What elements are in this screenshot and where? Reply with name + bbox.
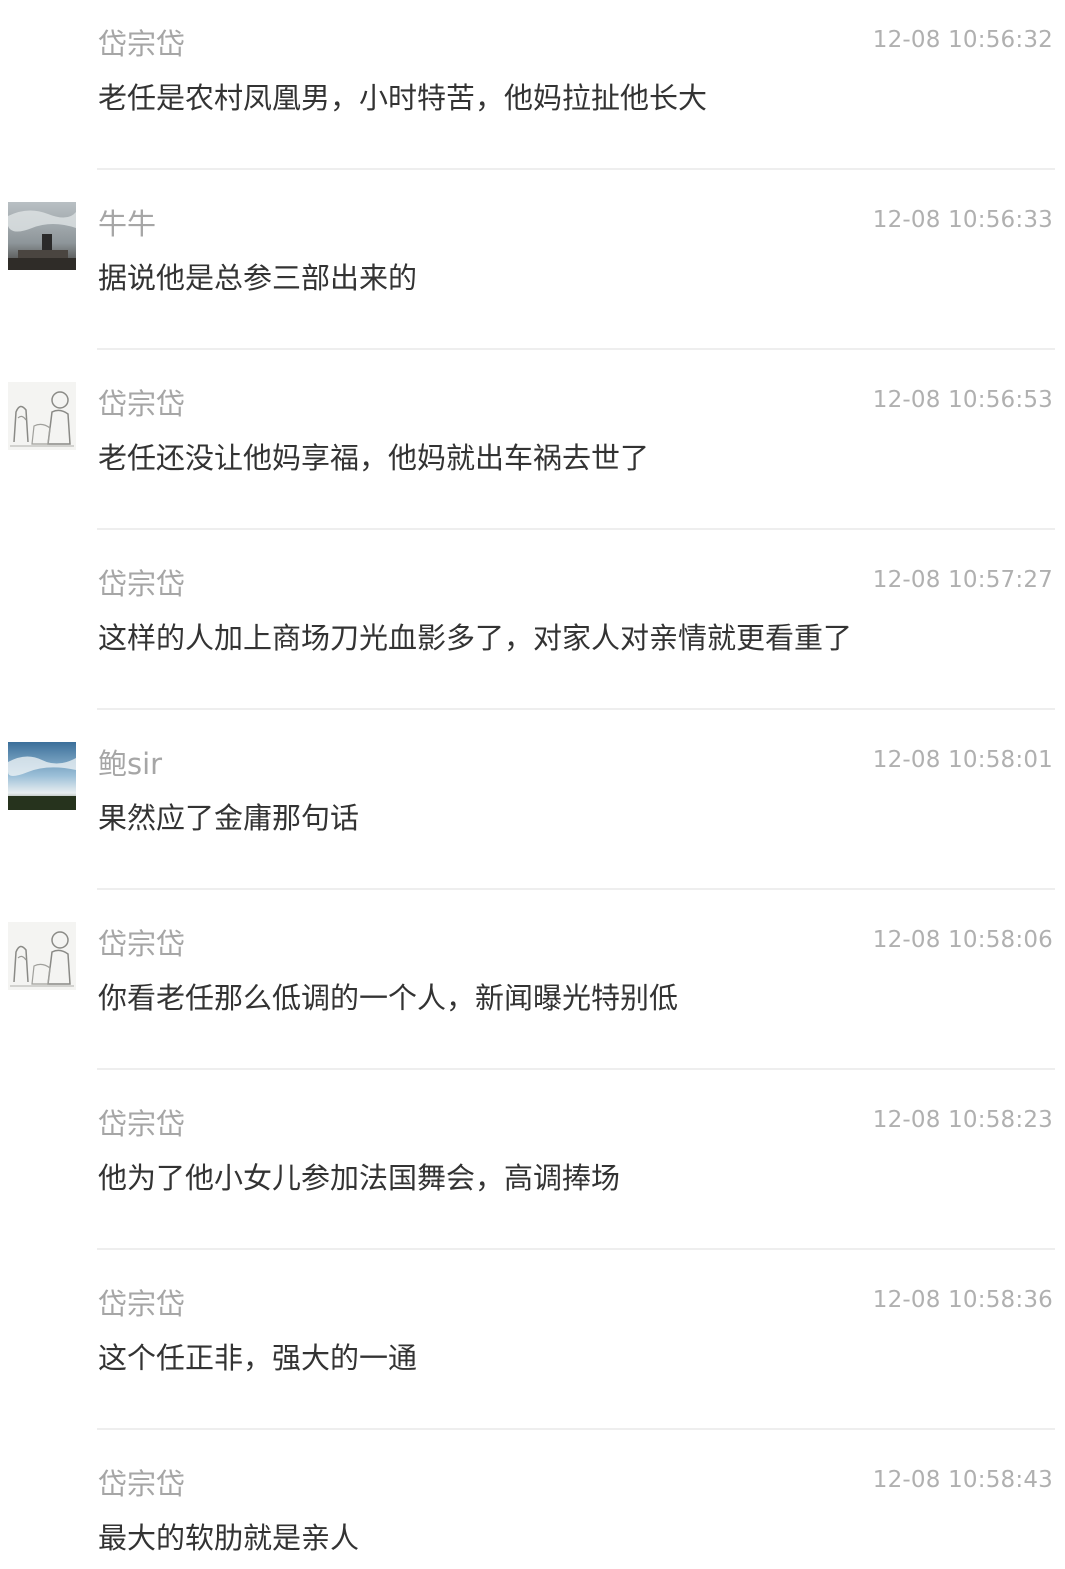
comment-text: 果然应了金庸那句话 <box>98 801 360 835</box>
comment-author[interactable]: 岱宗岱 <box>98 566 185 602</box>
comment-author[interactable]: 鲍sir <box>98 746 162 782</box>
comment-text: 他为了他小女儿参加法国舞会，高调捧场 <box>98 1161 621 1195</box>
comment-time: 12-08 10:58:36 <box>872 1287 1053 1313</box>
comment-time: 12-08 10:56:53 <box>872 387 1053 413</box>
photo-avatar-icon <box>8 202 76 270</box>
comment-time: 12-08 10:58:43 <box>872 1467 1053 1493</box>
comment-author[interactable]: 岱宗岱 <box>98 926 185 962</box>
divider <box>97 888 1055 890</box>
sketch-avatar-icon <box>8 922 76 990</box>
divider <box>97 348 1055 350</box>
divider <box>97 1248 1055 1250</box>
comment-text: 你看老任那么低调的一个人，新闻曝光特别低 <box>98 981 679 1015</box>
comment-feed: 岱宗岱 12-08 10:56:32 老任是农村凤凰男，小时特苦，他妈拉扯他长大 <box>0 0 1065 1569</box>
comment-time: 12-08 10:57:27 <box>872 567 1053 593</box>
comment-item: 岱宗岱 12-08 10:58:06 你看老任那么低调的一个人，新闻曝光特别低 <box>0 900 1065 1080</box>
sky-avatar-icon <box>8 742 76 810</box>
comment-item: 岱宗岱 12-08 10:57:27 这样的人加上商场刀光血影多了，对家人对亲情… <box>0 540 1065 720</box>
comment-time: 12-08 10:58:23 <box>872 1107 1053 1133</box>
avatar[interactable] <box>8 202 76 270</box>
comment-item: 岱宗岱 12-08 10:58:43 最大的软肋就是亲人 <box>0 1440 1065 1569</box>
comment-item: 岱宗岱 12-08 10:58:36 这个任正非，强大的一通 <box>0 1260 1065 1440</box>
comment-author[interactable]: 岱宗岱 <box>98 386 185 422</box>
sketch-avatar-icon <box>8 382 76 450</box>
comment-item: 岱宗岱 12-08 10:56:32 老任是农村凤凰男，小时特苦，他妈拉扯他长大 <box>0 0 1065 180</box>
comment-author[interactable]: 岱宗岱 <box>98 1466 185 1502</box>
comment-text: 据说他是总参三部出来的 <box>98 261 418 295</box>
divider <box>97 168 1055 170</box>
comment-item: 岱宗岱 12-08 10:58:23 他为了他小女儿参加法国舞会，高调捧场 <box>0 1080 1065 1260</box>
comment-author[interactable]: 牛牛 <box>98 206 156 242</box>
comment-item: 牛牛 12-08 10:56:33 据说他是总参三部出来的 <box>0 180 1065 360</box>
divider <box>97 708 1055 710</box>
comment-author[interactable]: 岱宗岱 <box>98 1106 185 1142</box>
comment-text: 这样的人加上商场刀光血影多了，对家人对亲情就更看重了 <box>98 621 853 655</box>
comment-item: 岱宗岱 12-08 10:56:53 老任还没让他妈享福，他妈就出车祸去世了 <box>0 360 1065 540</box>
divider <box>97 1068 1055 1070</box>
comment-item: 鲍sir 12-08 10:58:01 果然应了金庸那句话 <box>0 720 1065 900</box>
avatar[interactable] <box>8 742 76 810</box>
comment-author[interactable]: 岱宗岱 <box>98 26 185 62</box>
divider <box>97 528 1055 530</box>
comment-text: 这个任正非，强大的一通 <box>98 1341 418 1375</box>
comment-time: 12-08 10:56:33 <box>872 207 1053 233</box>
comment-author[interactable]: 岱宗岱 <box>98 1286 185 1322</box>
comment-time: 12-08 10:56:32 <box>872 27 1053 53</box>
comment-time: 12-08 10:58:01 <box>872 747 1053 773</box>
divider <box>97 1428 1055 1430</box>
comment-text: 老任是农村凤凰男，小时特苦，他妈拉扯他长大 <box>98 81 708 115</box>
comment-text: 老任还没让他妈享福，他妈就出车祸去世了 <box>98 441 650 475</box>
comment-time: 12-08 10:58:06 <box>872 927 1053 953</box>
avatar[interactable] <box>8 382 76 450</box>
comment-text: 最大的软肋就是亲人 <box>98 1521 360 1555</box>
avatar[interactable] <box>8 922 76 990</box>
